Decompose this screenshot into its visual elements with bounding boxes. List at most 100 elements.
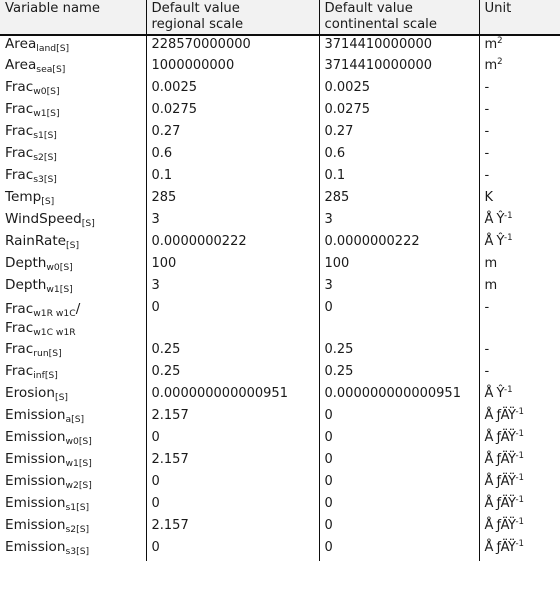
table-row: RainRate[S] 0.0000000222 0.0000000222 Å Ŷ-1 (0, 233, 560, 255)
regional-value-cell: 0 (146, 299, 320, 341)
variable-subscript: land[S] (36, 43, 70, 54)
unit-base: - (484, 146, 490, 161)
column-header-regional: Default value regional scale (146, 0, 320, 36)
table-row: Emissions2[S] 2.157 0 Å ƒÄŸ-1 (0, 517, 560, 539)
continental-value-cell: 0 (319, 473, 480, 495)
unit-cell: Å ƒÄŸ-1 (479, 407, 560, 429)
table-row: Emissionw2[S] 0 0 Å ƒÄŸ-1 (0, 473, 560, 495)
unit-exponent: -1 (515, 517, 525, 527)
continental-value-cell: 0 (319, 429, 480, 451)
variable-base: Emission (5, 539, 66, 555)
regional-value-cell: 1000000000 (146, 57, 320, 79)
continental-value-cell: 0 (319, 407, 480, 429)
continental-value-cell: 0.0275 (319, 101, 480, 123)
variable-subscript: run[S] (33, 348, 62, 359)
variable-subscript: [S] (66, 240, 80, 251)
variable-base: WindSpeed (5, 211, 82, 227)
table-row: Fracw0[S] 0.0025 0.0025- (0, 79, 560, 101)
variable-name-cell: Depthw1[S] (0, 277, 147, 299)
regional-value-cell: 0.1 (146, 167, 320, 189)
unit-cell: Å Ŷ-1 (479, 211, 560, 233)
variable-name-cell: Fracs3[S] (0, 167, 147, 189)
continental-value-cell: 0 (319, 539, 480, 561)
unit-base: Å ƒÄŸ (484, 518, 516, 533)
unit-cell: Å ƒÄŸ-1 (479, 429, 560, 451)
variable-base: Frac (5, 145, 34, 161)
unit-cell: Å ƒÄŸ-1 (479, 451, 560, 473)
variable-base: Erosion (5, 385, 55, 401)
table-row: Erosion[S] 0.000000000000951 0.00000000000… (0, 385, 560, 407)
variable-base: Emission (5, 429, 66, 445)
regional-value-cell: 228570000000 (146, 35, 320, 57)
regional-value-cell: 0.25 (146, 341, 320, 363)
unit-base: m (484, 278, 498, 293)
regional-value-cell: 0.0025 (146, 79, 320, 101)
unit-base: K (484, 190, 494, 205)
variable-subscript: w1[S] (46, 284, 73, 295)
table-row: Fracinf[S] 0.25 0.25- (0, 363, 560, 385)
variable-base: RainRate (5, 233, 67, 249)
unit-exponent: -1 (503, 211, 513, 221)
unit-base: - (484, 80, 490, 95)
regional-value-cell: 0.0000000222 (146, 233, 320, 255)
variable-name-cell: Arealand[S] (0, 35, 147, 57)
variable-subscript: [S] (41, 196, 55, 207)
variable-base: Emission (5, 407, 66, 423)
table-row: Depthw0[S] 100 100 m (0, 255, 560, 277)
unit-cell: m2 (479, 57, 560, 79)
unit-base: - (484, 124, 490, 139)
unit-base: Å Ŷ (484, 212, 505, 227)
regional-value-cell: 2.157 (146, 517, 320, 539)
variable-name-cell: Emissionw1[S] (0, 451, 147, 473)
variable-name-cell: Emissions2[S] (0, 517, 147, 539)
header-line-1: Variable name (5, 1, 100, 16)
variable-subscript: s1[S] (65, 502, 90, 513)
variable-subscript: sea[S] (36, 64, 66, 75)
regional-value-cell: 3 (146, 277, 320, 299)
variable-subscript: w2[S] (65, 480, 92, 491)
table-row: Fracs3[S] 0.1 0.1- (0, 167, 560, 189)
variable-name-cell: WindSpeed[S] (0, 211, 147, 233)
variable-base: Emission (5, 517, 66, 533)
unit-base: - (484, 300, 490, 315)
unit-exponent: -1 (515, 473, 525, 483)
unit-cell: - (479, 145, 560, 167)
variable-subscript: w1R w1C (33, 308, 76, 319)
regional-value-cell: 0 (146, 539, 320, 561)
unit-base: m (484, 58, 498, 73)
header-row: Variable name Default value regional sca… (0, 0, 560, 36)
continental-value-cell: 0.0000000222 (319, 233, 480, 255)
regional-value-cell: 0.27 (146, 123, 320, 145)
table-row: Emissions3[S] 0 0 Å ƒÄŸ-1 (0, 539, 560, 561)
variable-subscript: s2[S] (33, 152, 57, 163)
variable-subscript: w0[S] (33, 86, 60, 97)
unit-base: - (484, 168, 490, 183)
variable-name-cell: Emissions1[S] (0, 495, 147, 517)
column-header-variable-name: Variable name (0, 0, 147, 36)
table-row: Fracs2[S] 0.6 0.6- (0, 145, 560, 167)
unit-cell: - (479, 101, 560, 123)
unit-base: Å ƒÄŸ (484, 474, 516, 489)
unit-base: m (484, 256, 498, 271)
regional-value-cell: 0 (146, 429, 320, 451)
unit-cell: m2 (479, 35, 560, 57)
unit-exponent: -1 (515, 407, 525, 417)
variable-name-cell: Areasea[S] (0, 57, 147, 79)
variable-base: Emission (5, 473, 66, 489)
unit-cell: Å ƒÄŸ-1 (479, 495, 560, 517)
variable-subscript: s2[S] (65, 524, 90, 535)
variable-name-cell: RainRate[S] (0, 233, 147, 255)
unit-cell: Å Ŷ-1 (479, 233, 560, 255)
regional-value-cell: 2.157 (146, 407, 320, 429)
table-body: Arealand[S] 228570000000 3714410000000 m2 Ar… (0, 35, 560, 561)
variable-base: Emission (5, 451, 66, 467)
continental-value-cell: 100 (319, 255, 480, 277)
unit-cell: Å ƒÄŸ-1 (479, 517, 560, 539)
unit-cell: m (479, 255, 560, 277)
continental-value-cell: 285 (319, 189, 480, 211)
variable-subscript: a[S] (65, 414, 85, 425)
variable-subscript: inf[S] (33, 370, 58, 381)
continental-value-cell: 3714410000000 (319, 57, 480, 79)
unit-base: Å Ŷ (484, 386, 505, 401)
variable-subscript: w1C w1R (33, 327, 76, 338)
